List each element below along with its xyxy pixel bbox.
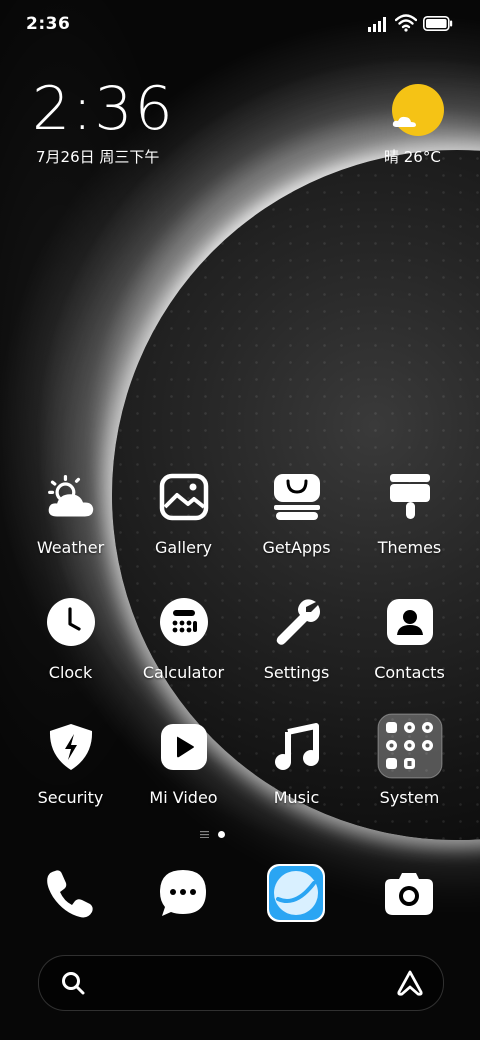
clock-widget-date[interactable]: 7月26日 周三下午: [36, 146, 159, 167]
app-mi-video[interactable]: Mi Video: [127, 722, 240, 822]
app-clock[interactable]: Clock: [14, 597, 127, 697]
sun-icon: [392, 84, 444, 136]
phone-icon: [47, 870, 93, 918]
app-music[interactable]: Music: [240, 722, 353, 822]
battery-icon: [423, 16, 453, 31]
mi-video-icon: [159, 722, 209, 772]
themes-icon: [385, 472, 435, 522]
settings-icon: [272, 597, 322, 647]
app-label: Gallery: [155, 538, 212, 557]
app-label: Security: [37, 788, 104, 807]
contacts-icon: [385, 597, 435, 647]
page-dot-current: [218, 831, 225, 838]
status-time: 2:36: [26, 14, 71, 34]
weather-widget[interactable]: 晴 26°C: [378, 80, 458, 170]
app-label: Weather: [36, 538, 105, 557]
gallery-icon: [159, 472, 209, 522]
clock-icon: [46, 597, 96, 647]
security-icon: [46, 722, 96, 772]
app-getapps[interactable]: GetApps: [240, 472, 353, 572]
app-calculator[interactable]: Calculator: [127, 597, 240, 697]
app-weather[interactable]: Weather: [14, 472, 127, 572]
app-themes[interactable]: Themes: [353, 472, 466, 572]
app-label: Contacts: [374, 663, 445, 682]
app-settings[interactable]: Settings: [240, 597, 353, 697]
signal-icon: [368, 17, 386, 32]
dock-camera[interactable]: [379, 863, 439, 923]
browser-icon: [267, 864, 325, 922]
app-contacts[interactable]: Contacts: [353, 597, 466, 697]
app-label: Clock: [48, 663, 93, 682]
app-label: Calculator: [142, 663, 225, 682]
app-label: Music: [273, 788, 320, 807]
status-bar: 2:36: [0, 0, 480, 52]
calculator-icon: [159, 597, 209, 647]
system-folder-icon: [377, 713, 443, 779]
dock-browser[interactable]: [266, 863, 326, 923]
search-icon: [62, 972, 85, 995]
app-label: Settings: [263, 663, 330, 682]
dock-phone[interactable]: [40, 863, 100, 923]
weather-icon: [46, 472, 96, 522]
getapps-icon: [272, 472, 322, 522]
app-security[interactable]: Security: [14, 722, 127, 822]
app-label: Mi Video: [149, 788, 218, 807]
camera-icon: [385, 873, 433, 915]
page-list-icon: [200, 831, 209, 838]
app-label: Themes: [377, 538, 442, 557]
search-bar[interactable]: [38, 955, 444, 1011]
dock-messages[interactable]: [153, 863, 213, 923]
music-icon: [272, 722, 322, 772]
weather-text: 晴 26°C: [384, 148, 441, 166]
cloud-icon: [392, 116, 416, 127]
app-label: GetApps: [262, 538, 331, 557]
app-system-folder[interactable]: System: [353, 713, 466, 822]
messages-icon: [160, 870, 206, 916]
wifi-icon: [395, 14, 417, 32]
page-indicator[interactable]: [200, 830, 228, 840]
app-label: System: [379, 788, 440, 807]
clock-widget-time[interactable]: 2:36: [32, 74, 175, 144]
app-gallery[interactable]: Gallery: [127, 472, 240, 572]
assistant-icon[interactable]: [396, 969, 424, 997]
